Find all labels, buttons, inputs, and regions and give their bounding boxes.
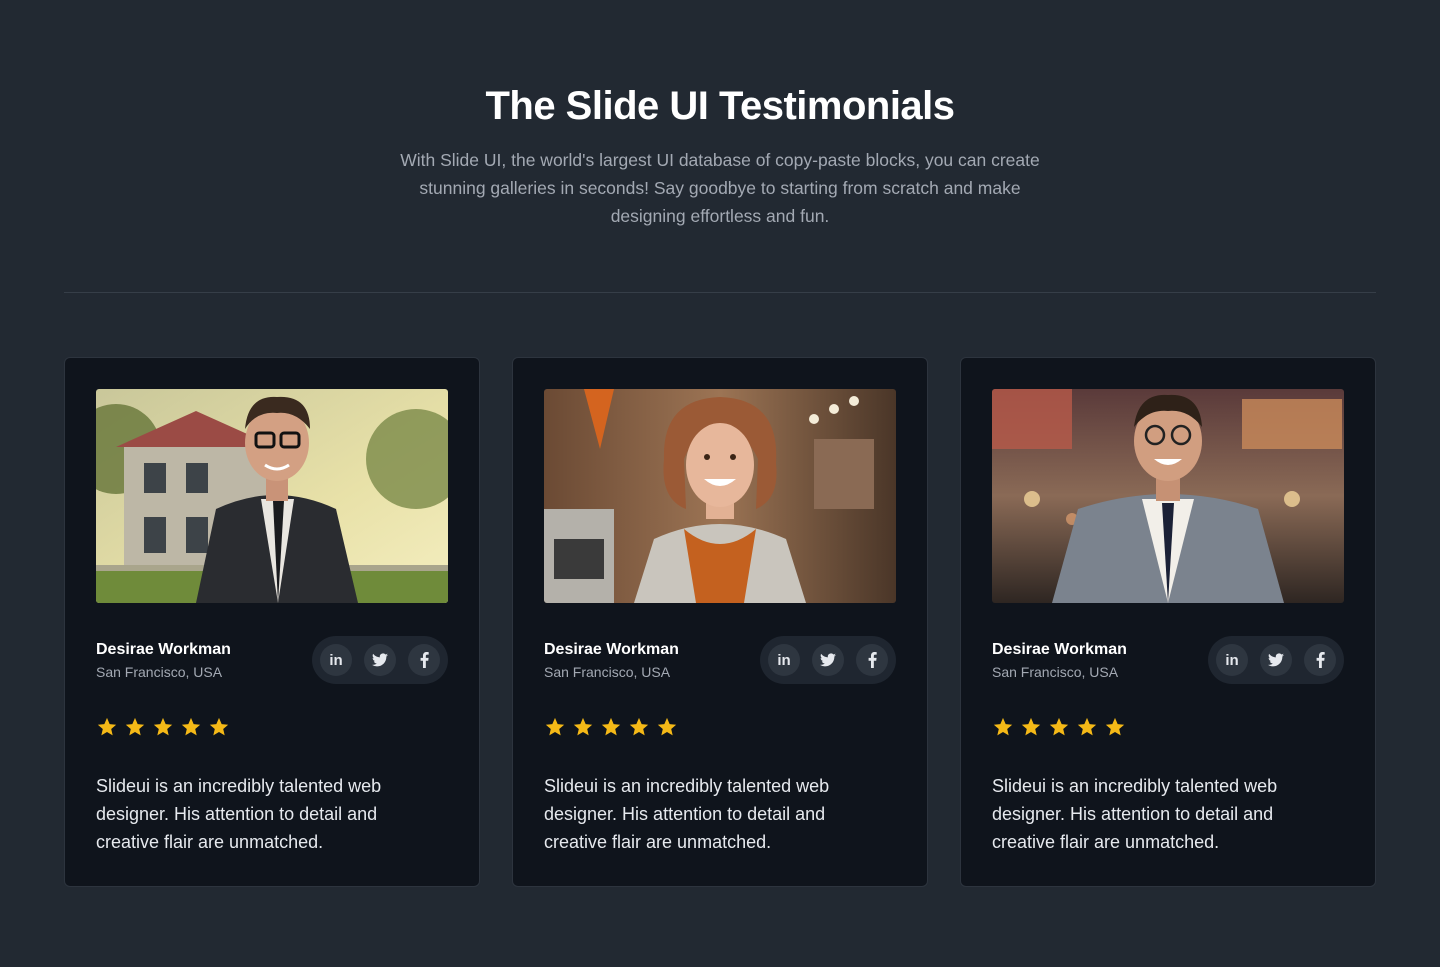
facebook-button[interactable] (1304, 644, 1336, 676)
testimonial-location: San Francisco, USA (544, 664, 671, 680)
star-icon (629, 717, 649, 736)
star-icon (153, 717, 173, 736)
twitter-button[interactable] (812, 644, 844, 676)
twitter-icon (1268, 653, 1284, 667)
rating-stars (992, 716, 1126, 738)
star-icon (573, 717, 593, 736)
star-icon (601, 717, 621, 736)
facebook-icon (868, 652, 877, 668)
rating-stars (544, 716, 678, 738)
linkedin-icon: in (777, 651, 791, 669)
facebook-icon (420, 652, 429, 668)
testimonial-name: Desirae Workman (992, 641, 1127, 658)
twitter-button[interactable] (364, 644, 396, 676)
testimonial-name: Desirae Workman (96, 641, 231, 658)
linkedin-button[interactable]: in (320, 644, 352, 676)
linkedin-button[interactable]: in (1216, 644, 1248, 676)
star-icon (125, 717, 145, 736)
testimonial-photo (992, 389, 1344, 603)
testimonial-quote: Slideui is an incredibly talented web de… (544, 776, 830, 852)
testimonial-card: Desirae Workman San Francisco, USA in Sl… (512, 357, 928, 887)
section-subtitle: With Slide UI, the world's largest UI da… (400, 150, 1040, 226)
linkedin-icon: in (329, 651, 343, 669)
facebook-icon (1316, 652, 1325, 668)
star-icon (657, 717, 677, 736)
star-icon (1049, 717, 1069, 736)
testimonial-card: Desirae Workman San Francisco, USA in Sl… (960, 357, 1376, 887)
star-icon (209, 717, 229, 736)
star-icon (1021, 717, 1041, 736)
facebook-button[interactable] (856, 644, 888, 676)
rating-stars (96, 716, 230, 738)
linkedin-button[interactable]: in (768, 644, 800, 676)
section-title: The Slide UI Testimonials (485, 84, 955, 128)
testimonial-name: Desirae Workman (544, 641, 679, 658)
testimonial-quote: Slideui is an incredibly talented web de… (992, 776, 1278, 852)
star-icon (993, 717, 1013, 736)
testimonial-quote: Slideui is an incredibly talented web de… (96, 776, 382, 852)
star-icon (181, 717, 201, 736)
star-icon (1105, 717, 1125, 736)
testimonial-photo (96, 389, 448, 603)
testimonial-card: Desirae Workman San Francisco, USA in Sl… (64, 357, 480, 887)
social-links: in (312, 636, 448, 684)
twitter-button[interactable] (1260, 644, 1292, 676)
twitter-icon (372, 653, 388, 667)
facebook-button[interactable] (408, 644, 440, 676)
testimonial-location: San Francisco, USA (992, 664, 1119, 680)
twitter-icon (820, 653, 836, 667)
social-links: in (1208, 636, 1344, 684)
social-links: in (760, 636, 896, 684)
star-icon (545, 717, 565, 736)
star-icon (97, 717, 117, 736)
testimonial-location: San Francisco, USA (96, 664, 223, 680)
linkedin-icon: in (1225, 651, 1239, 669)
section-divider (64, 292, 1376, 293)
testimonial-photo (544, 389, 896, 603)
star-icon (1077, 717, 1097, 736)
testimonials-section: The Slide UI Testimonials With Slide UI,… (0, 0, 1440, 967)
